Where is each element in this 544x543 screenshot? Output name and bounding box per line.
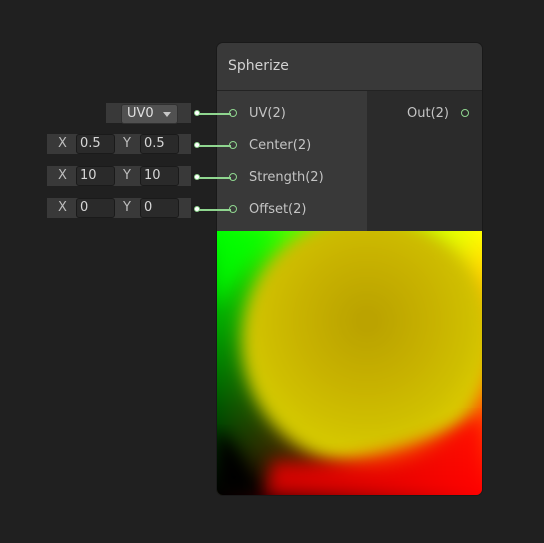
wire-connector-icon[interactable] xyxy=(194,142,200,148)
node-title: Spherize xyxy=(228,58,289,74)
center-field: X 0.5 Y 0.5 xyxy=(46,133,192,155)
center-input-label: Center(2) xyxy=(249,138,312,153)
dropdown-caret-icon xyxy=(163,112,171,117)
strength-y-input[interactable]: 10 xyxy=(140,166,179,186)
uv-wire xyxy=(197,113,231,115)
preview-image xyxy=(217,231,482,495)
uv-dropdown[interactable]: UV0 xyxy=(121,104,178,124)
inputs-panel: UV(2) Center(2) Strength(2) Offset(2) xyxy=(217,91,367,231)
center-x-input[interactable]: 0.5 xyxy=(76,134,115,154)
spherize-node[interactable]: Spherize UV(2) Center(2) Strength(2) Off… xyxy=(217,43,482,495)
center-wire xyxy=(197,145,231,147)
offset-y-input[interactable]: 0 xyxy=(140,198,179,218)
strength-input-label: Strength(2) xyxy=(249,170,324,185)
offset-field: X 0 Y 0 xyxy=(46,197,192,219)
wire-connector-icon[interactable] xyxy=(194,206,200,212)
wire-connector-icon[interactable] xyxy=(194,174,200,180)
strength-wire xyxy=(197,177,231,179)
node-header[interactable]: Spherize xyxy=(217,43,482,91)
offset-x-label: X xyxy=(58,200,67,215)
outputs-panel: Out(2) xyxy=(367,91,482,231)
center-y-label: Y xyxy=(123,136,131,151)
strength-x-label: X xyxy=(58,168,67,183)
uv-dropdown-value: UV0 xyxy=(127,106,154,121)
out-output-label: Out(2) xyxy=(407,106,449,121)
uv-input-label: UV(2) xyxy=(249,106,286,121)
center-y-input[interactable]: 0.5 xyxy=(140,134,179,154)
wire-connector-icon[interactable] xyxy=(194,110,200,116)
strength-x-input[interactable]: 10 xyxy=(76,166,115,186)
out-output-port[interactable] xyxy=(461,109,469,117)
strength-y-label: Y xyxy=(123,168,131,183)
offset-wire xyxy=(197,209,231,211)
offset-y-label: Y xyxy=(123,200,131,215)
offset-x-input[interactable]: 0 xyxy=(76,198,115,218)
center-x-label: X xyxy=(58,136,67,151)
offset-input-label: Offset(2) xyxy=(249,202,307,217)
strength-field: X 10 Y 10 xyxy=(46,165,192,187)
